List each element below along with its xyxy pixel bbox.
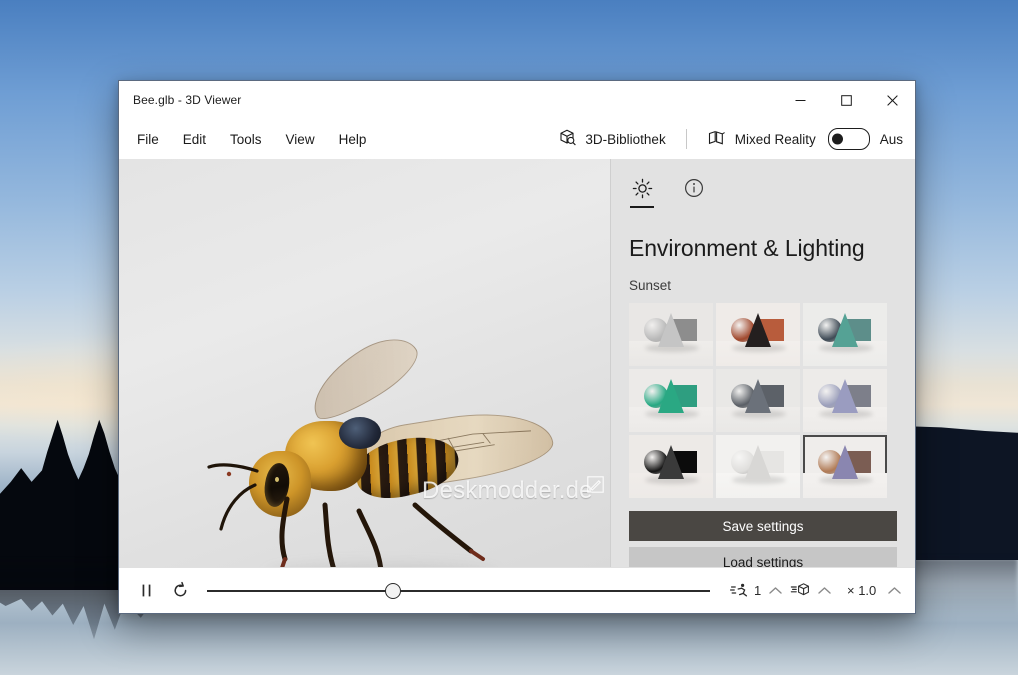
playback-toolbar: 1 × 1.0 [119, 567, 915, 613]
app-window-3d-viewer: Bee.glb - 3D Viewer File Edit Tools View… [118, 80, 916, 614]
panel-title: Environment & Lighting [629, 235, 865, 261]
menu-bar: File Edit Tools View Help 3D-Bibliothek … [119, 119, 915, 159]
thumbnail-cone [658, 379, 684, 413]
environment-thumbnail[interactable] [629, 369, 713, 432]
brightness-icon [632, 178, 652, 198]
thumbnail-cone [832, 445, 858, 479]
tab-active-underline [630, 205, 654, 208]
slider-thumb[interactable] [385, 582, 402, 599]
maximize-button[interactable] [823, 81, 869, 119]
desktop-wallpaper: Bee.glb - 3D Viewer File Edit Tools View… [0, 0, 1018, 675]
animation-timeline-slider[interactable] [207, 574, 710, 608]
animation-selector[interactable]: 1 [730, 582, 784, 600]
speed-chevron-up-icon[interactable] [885, 582, 903, 600]
3d-library-label: 3D-Bibliothek [585, 131, 666, 147]
environment-thumbnail[interactable] [803, 303, 887, 366]
slider-track [207, 589, 710, 592]
menu-item-help[interactable]: Help [327, 127, 379, 152]
environment-thumbnail-grid [629, 303, 897, 498]
bee-3d-model [207, 324, 587, 567]
watermark-text: Deskmodder.de [422, 477, 593, 504]
thumbnail-cone [832, 313, 858, 347]
load-settings-button[interactable]: Load settings [629, 547, 897, 567]
toggle-knob [831, 133, 843, 145]
window-controls [777, 81, 915, 119]
environment-thumbnail[interactable] [716, 435, 800, 498]
animation-chevron-up-icon[interactable] [766, 582, 784, 600]
model-selector[interactable] [790, 582, 833, 600]
pause-button[interactable] [129, 574, 163, 608]
model-chevron-up-icon[interactable] [815, 582, 833, 600]
environment-thumbnail[interactable] [803, 435, 887, 498]
info-icon [685, 179, 703, 197]
animation-icon [730, 583, 748, 596]
environment-lighting-panel: Environment & Lighting Sunset Save setti… [610, 159, 915, 567]
environment-thumbnail[interactable] [629, 435, 713, 498]
mixed-reality-label: Mixed Reality [734, 131, 816, 147]
model-icon [790, 582, 809, 595]
repeat-button[interactable] [163, 574, 197, 608]
thumbnail-cone [658, 313, 684, 347]
minimize-button[interactable] [777, 81, 823, 119]
title-bar: Bee.glb - 3D Viewer [119, 81, 915, 119]
playback-speed-value: × 1.0 [847, 583, 877, 598]
3d-box-search-icon [558, 128, 577, 150]
thumbnail-cone [745, 313, 771, 347]
menu-divider [685, 129, 687, 149]
animation-index-value: 1 [754, 583, 762, 598]
save-settings-button[interactable]: Save settings [629, 511, 897, 541]
environment-thumbnail[interactable] [629, 303, 713, 366]
thumbnail-cone [658, 445, 684, 479]
playback-speed-selector[interactable]: × 1.0 [847, 582, 903, 600]
bee-wing-upper [299, 324, 427, 430]
panel-tab-strip [629, 175, 897, 209]
pause-icon [142, 584, 150, 597]
environment-thumbnail[interactable] [716, 303, 800, 366]
tab-lighting[interactable] [629, 175, 655, 208]
mixed-reality-icon [707, 129, 727, 150]
tab-info[interactable] [681, 175, 707, 201]
window-title: Bee.glb - 3D Viewer [133, 93, 242, 107]
menu-item-tools[interactable]: Tools [218, 127, 274, 152]
close-button[interactable] [869, 81, 915, 119]
thumbnail-cone [745, 379, 771, 413]
menu-item-view[interactable]: View [274, 127, 327, 152]
3d-library-button[interactable]: 3D-Bibliothek [548, 122, 675, 156]
environment-thumbnail[interactable] [803, 369, 887, 432]
panel-action-buttons: Save settings Load settings [629, 511, 897, 567]
environment-thumbnail[interactable] [716, 369, 800, 432]
mixed-reality-state-label: Aus [879, 131, 903, 147]
repeat-icon [174, 581, 186, 597]
mixed-reality-toggle[interactable] [827, 128, 870, 150]
window-body: Deskmodder.de Environment & Lighting Sun… [119, 159, 915, 567]
menu-bar-right-actions: 3D-Bibliothek Mixed Reality Aus [548, 119, 903, 159]
menu-item-file[interactable]: File [125, 127, 171, 152]
environment-name-label: Sunset [629, 278, 672, 293]
thumbnail-cone [832, 379, 858, 413]
menu-item-edit[interactable]: Edit [171, 127, 218, 152]
3d-viewport[interactable]: Deskmodder.de [119, 159, 610, 567]
thumbnail-cone [745, 445, 771, 479]
edit-pencil-icon [587, 476, 604, 493]
mixed-reality-button[interactable]: Mixed Reality [697, 123, 826, 156]
bee-wing-base [339, 417, 381, 449]
